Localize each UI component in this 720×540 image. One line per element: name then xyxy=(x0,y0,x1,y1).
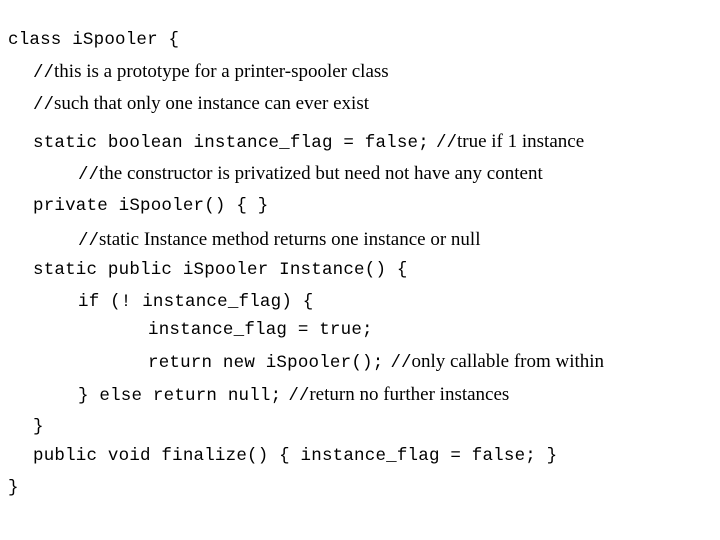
code-text: instance_flag = true; xyxy=(148,320,373,340)
comment-marker: // xyxy=(78,231,100,251)
comment-text: true if 1 instance xyxy=(456,131,585,152)
code-text: } else return null; xyxy=(78,386,282,406)
code-line: static boolean instance_flag = false; //t… xyxy=(0,126,720,158)
comment-marker: // xyxy=(33,95,55,115)
code-line: static public iSpooler Instance() { xyxy=(0,254,720,286)
code-text: } xyxy=(8,478,19,498)
code-line: //static Instance method returns one ins… xyxy=(0,224,720,256)
code-line: } xyxy=(0,411,720,443)
code-line: //the constructor is privatized but need… xyxy=(0,158,720,190)
code-line: } else return null; //return no further i… xyxy=(0,379,720,411)
comment-marker: // xyxy=(288,386,310,406)
comment-text: the constructor is privatized but need n… xyxy=(99,163,543,184)
comment-text: static Instance method returns one insta… xyxy=(99,229,481,250)
code-text: class iSpooler { xyxy=(8,30,180,50)
code-text: static boolean instance_flag = false; xyxy=(33,133,429,153)
code-line: return new iSpooler(); //only callable fr… xyxy=(0,346,720,378)
code-line: class iSpooler { xyxy=(0,24,720,56)
code-text: return new iSpooler(); xyxy=(148,353,384,373)
code-line: //this is a prototype for a printer-spoo… xyxy=(0,56,720,88)
code-text: public void finalize() { instance_flag =… xyxy=(33,446,558,466)
code-text: } xyxy=(33,417,44,437)
code-line: } xyxy=(0,472,720,504)
code-text: private iSpooler() { } xyxy=(33,196,269,216)
code-text: static public iSpooler Instance() { xyxy=(33,260,408,280)
code-line: private iSpooler() { } xyxy=(0,190,720,222)
code-line: public void finalize() { instance_flag =… xyxy=(0,440,720,472)
comment-marker: // xyxy=(33,63,55,83)
code-text: if (! instance_flag) { xyxy=(78,292,314,312)
comment-text: only callable from within xyxy=(411,351,605,372)
comment-marker: // xyxy=(78,165,100,185)
code-line: instance_flag = true; xyxy=(0,314,720,346)
comment-text: return no further instances xyxy=(309,384,510,405)
comment-marker: // xyxy=(435,133,457,153)
comment-marker: // xyxy=(390,353,412,373)
code-slide: class iSpooler {//this is a prototype fo… xyxy=(0,0,720,540)
comment-text: such that only one instance can ever exi… xyxy=(54,93,369,114)
comment-text: this is a prototype for a printer-spoole… xyxy=(54,61,389,82)
code-line: //such that only one instance can ever e… xyxy=(0,88,720,120)
